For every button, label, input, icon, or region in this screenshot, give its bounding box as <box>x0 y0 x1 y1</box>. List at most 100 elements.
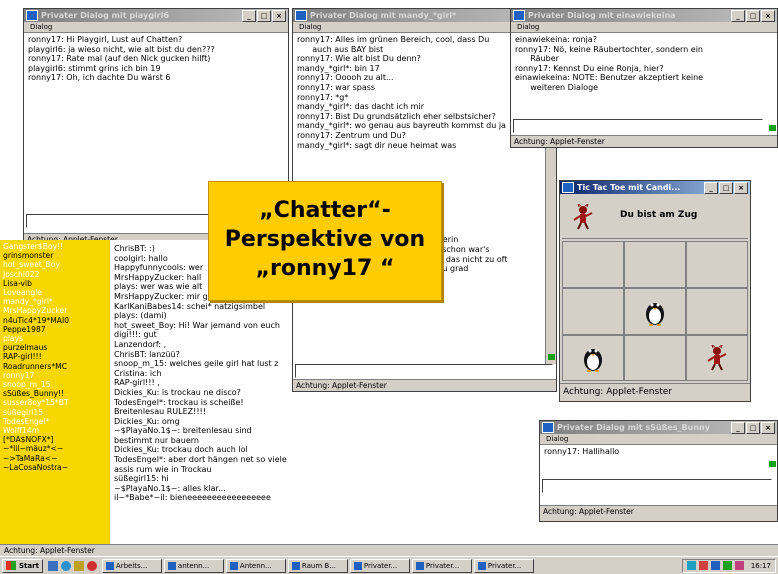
minimize-button[interactable]: _ <box>704 181 718 194</box>
user-list-item[interactable]: grinsmonster <box>3 251 107 260</box>
browser-icon[interactable] <box>60 560 71 571</box>
user-list-item[interactable]: [*DA$NOFX*] <box>3 435 107 444</box>
board-cell-1-2[interactable] <box>624 241 686 288</box>
tray-icon[interactable] <box>734 561 744 570</box>
devil-player-icon <box>573 204 593 230</box>
user-list-item[interactable]: Loveangle <box>3 288 107 297</box>
taskbar-window-button[interactable]: antenn... <box>163 558 224 573</box>
taskbar: Start Arbeits... antenn... Antenn... Raum B… <box>0 556 778 574</box>
taskbar-window-button[interactable]: Privater... <box>411 558 472 573</box>
chat-message: ~$PlayaNo.1$~: alles klar... <box>114 483 226 493</box>
message-input[interactable] <box>542 479 772 493</box>
menu-dialog[interactable]: Dialog <box>511 22 777 33</box>
penguin-piece-icon <box>646 302 664 326</box>
user-list-item[interactable]: mandy_*girl* <box>3 297 107 306</box>
start-button[interactable]: Start <box>2 558 43 573</box>
message-input[interactable] <box>295 364 553 378</box>
chat-message: hot_sweet_Boy: Hi! War jemand von euch <box>114 320 280 330</box>
user-list-item[interactable]: purzelmaus <box>3 343 107 352</box>
mail-icon[interactable] <box>73 560 84 571</box>
taskbar-window-button[interactable]: Antenn... <box>225 558 286 573</box>
dialog-titlebar[interactable]: Privater Dialog mit sSüßes_Bunny _ □ × <box>540 421 777 434</box>
taskbar-button-label: Arbeits... <box>115 561 148 570</box>
board-cell-2-2[interactable] <box>624 288 686 335</box>
devil-piece-icon <box>707 345 727 371</box>
clock: 16:17 <box>750 561 771 570</box>
user-list-item[interactable]: Lisa-vib <box>3 279 107 288</box>
window-icon <box>291 561 300 570</box>
taskbar-window-button[interactable]: Privater... <box>473 558 534 573</box>
window-icon <box>105 561 114 570</box>
chat-message: playgirl6: ja wieso nicht, wie alt bist … <box>28 44 215 54</box>
user-list-item[interactable]: ronny17 <box>3 371 107 380</box>
user-list-item[interactable]: TodesEngel* <box>3 417 107 426</box>
taskbar-button-label: antenn... <box>177 561 210 570</box>
user-list-item[interactable]: n4uTic4*19*MAI0 <box>3 316 107 325</box>
minimize-button[interactable]: _ <box>242 9 256 22</box>
minimize-button[interactable]: _ <box>731 9 745 22</box>
tray-icon[interactable] <box>722 561 732 570</box>
user-list-item[interactable]: MrsHappyZucker <box>3 306 107 315</box>
close-button[interactable]: × <box>761 421 775 434</box>
user-list-item[interactable]: Wolff14m <box>3 426 107 435</box>
turn-text: Du bist am Zug <box>620 210 698 220</box>
menu-dialog[interactable]: Dialog <box>540 434 777 445</box>
close-button[interactable]: × <box>734 181 748 194</box>
chat-icon[interactable] <box>86 560 97 571</box>
tray-icon[interactable] <box>686 561 696 570</box>
chat-message: süßegirl15: hi <box>114 474 169 484</box>
dialog-titlebar[interactable]: Privater Dialog mit einawiekeina _ □ × <box>511 9 777 22</box>
maximize-button[interactable]: □ <box>257 9 271 22</box>
dialog-window-einawiekeina: Privater Dialog mit einawiekeina _ □ × D… <box>510 8 778 148</box>
desktop-icon[interactable] <box>47 560 58 571</box>
dialog-titlebar[interactable]: Privater Dialog mit playgirl6 _ □ × <box>24 9 288 22</box>
board-cell-2-1[interactable] <box>562 288 624 335</box>
board-cell-3-2[interactable] <box>624 335 686 381</box>
board-cell-1-3[interactable] <box>686 241 748 288</box>
taskbar-window-button[interactable]: Arbeits... <box>101 558 162 573</box>
user-list-item[interactable]: susser8oy*15*BT <box>3 398 107 407</box>
board-cell-1-1[interactable] <box>562 241 624 288</box>
minimize-button[interactable]: _ <box>731 421 745 434</box>
window-title: Privater Dialog mit playgirl6 <box>41 11 169 20</box>
maximize-button[interactable]: □ <box>746 421 760 434</box>
user-list-item[interactable]: ~*lil~mäuz*<~ <box>3 444 107 453</box>
user-list-item[interactable]: ~>TaMaRa<~ <box>3 454 107 463</box>
tray-icon[interactable] <box>710 561 720 570</box>
windows-logo-icon <box>6 561 16 570</box>
board-cell-3-3[interactable] <box>686 335 748 381</box>
maximize-button[interactable]: □ <box>746 9 760 22</box>
user-list-item[interactable]: Roadrunners*MC <box>3 362 107 371</box>
user-list-item[interactable]: plays <box>3 334 107 343</box>
user-list-item[interactable]: süßegirl15 <box>3 408 107 417</box>
chat-message: ronny17: Kennst Du eine Ronja, hier? <box>515 63 664 73</box>
board-cell-2-3[interactable] <box>686 288 748 335</box>
menu-dialog[interactable]: Dialog <box>24 22 288 33</box>
close-button[interactable]: × <box>272 9 286 22</box>
chat-message: ronny17: Hallihallo <box>544 447 620 456</box>
user-list-item[interactable]: sSüßes_Bunny!! <box>3 389 107 398</box>
tray-icon[interactable] <box>698 561 708 570</box>
user-list-item[interactable]: RAP-girl!!! <box>3 352 107 361</box>
taskbar-window-button[interactable]: Raum B... <box>287 558 348 573</box>
user-list-item[interactable]: Peppe1987 <box>3 325 107 334</box>
callout-line: „Chatter“- <box>259 198 391 223</box>
window-icon <box>353 561 362 570</box>
user-list-item[interactable]: ~LaCosaNostra~ <box>3 463 107 472</box>
board-cell-3-1[interactable] <box>562 335 624 381</box>
user-list-item[interactable]: Joschi022 <box>3 270 107 279</box>
callout-line: Perspektive von <box>224 227 426 252</box>
applet-warning: Achtung: Applet-Fenster <box>4 546 95 555</box>
user-list-item[interactable]: hot_sweet_Boy <box>3 260 107 269</box>
java-app-icon <box>513 10 525 21</box>
maximize-button[interactable]: □ <box>719 181 733 194</box>
taskbar-window-button[interactable]: Privater... <box>349 558 410 573</box>
applet-warning: Achtung: Applet-Fenster <box>540 505 777 521</box>
user-list-item[interactable]: snoop_m_15 <box>3 380 107 389</box>
user-list-item[interactable]: Gangster$Boy!! <box>3 242 107 251</box>
user-list: Gangster$Boy!! grinsmonster hot_sweet_Boy J… <box>0 240 110 545</box>
tictactoe-titlebar[interactable]: Tic Tac Toe mit Candi... _ □ × <box>560 181 750 194</box>
message-input[interactable] <box>513 119 763 133</box>
chat-message: Dickies_Ku: omg <box>114 416 180 426</box>
close-button[interactable]: × <box>761 9 775 22</box>
